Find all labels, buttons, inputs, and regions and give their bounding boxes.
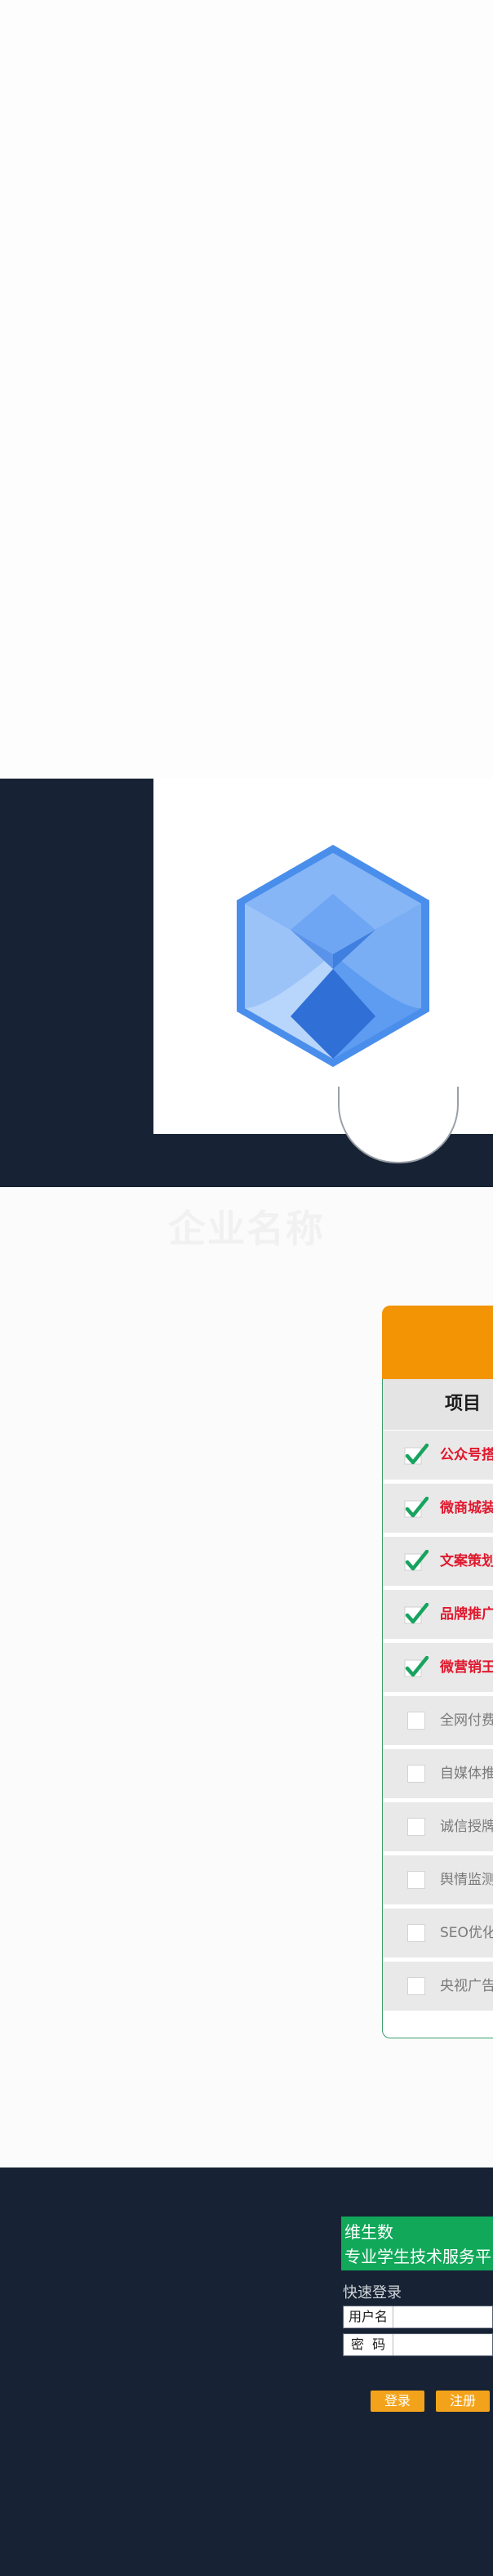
checkmark-icon [404,1656,429,1677]
checkmark-icon [404,1603,429,1624]
checkmark-icon [404,1550,429,1571]
table-row: 央视广告 [383,1962,493,2011]
row-label: 诚信授牌 [440,1819,493,1835]
table-row: 诚信授牌 [383,1802,493,1851]
row-label: 央视广告 [440,1978,493,1994]
company-name: 企业名称 [168,1207,325,1251]
brand-banner: 维生数 专业学生技术服务平台 [341,2217,493,2270]
empty-checkbox-icon [407,1765,425,1783]
pricing-table: 项目 公众号搭建 微商城装修 文案策划 品牌推广 微营销王 [382,1379,493,2038]
empty-checkbox-icon [407,1977,425,1995]
row-label: 微营销王 [440,1659,493,1676]
login-button[interactable]: 登录 [371,2391,424,2412]
row-label: SEO优化 [440,1925,493,1941]
username-label: 用户名 [344,2306,393,2328]
empty-checkbox-icon [407,1818,425,1836]
username-input[interactable] [393,2306,492,2328]
row-label: 自媒体推广 [440,1766,493,1782]
table-row: 全网付费 [383,1696,493,1745]
password-input[interactable] [393,2334,492,2355]
brand-name: 维生数 [344,2222,393,2242]
table-row: 舆情监测 [383,1855,493,1904]
card-header [382,1306,493,1379]
table-row: 文案策划 [383,1537,493,1586]
row-label: 品牌推广 [440,1606,493,1623]
empty-checkbox-icon [407,1924,425,1942]
table-row: 微营销王 [383,1643,493,1692]
username-row: 用户名 [343,2306,493,2328]
top-blank-area [0,0,493,779]
table-row: 品牌推广 [383,1590,493,1639]
table-row: 微商城装修 [383,1484,493,1533]
row-label: 文案策划 [440,1553,493,1569]
table-row: 公众号搭建 [383,1431,493,1480]
table-row: 自媒体推广 [383,1749,493,1798]
table-row: SEO优化 [383,1909,493,1958]
row-label: 微商城装修 [440,1500,493,1516]
row-label: 公众号搭建 [440,1447,493,1463]
password-row: 密 码 [343,2333,493,2356]
row-label: 全网付费 [440,1712,493,1729]
row-label: 舆情监测 [440,1872,493,1888]
checkmark-icon [404,1444,429,1465]
empty-checkbox-icon [407,1871,425,1889]
register-button[interactable]: 注册 [436,2391,490,2412]
blue-hexagon-cube-icon [237,845,429,1067]
quick-login-title: 快速登录 [343,2284,402,2301]
column-header: 项目 [383,1379,493,1430]
brand-slogan: 专业学生技术服务平台 [344,2247,493,2266]
checkmark-icon [404,1497,429,1518]
empty-checkbox-icon [407,1712,425,1730]
password-label: 密 码 [344,2334,393,2355]
